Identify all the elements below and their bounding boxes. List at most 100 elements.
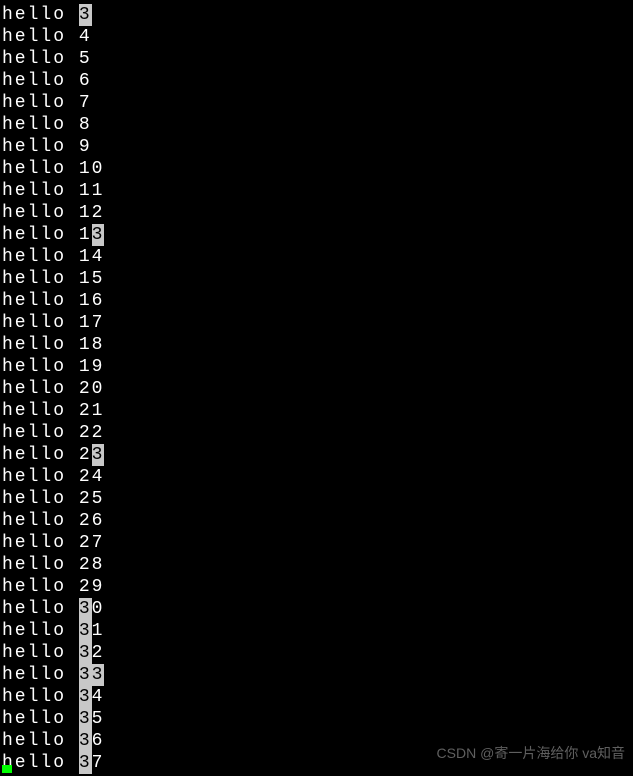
terminal-line: hello 3 (2, 4, 633, 26)
line-number-pre: 28 (79, 554, 105, 576)
search-highlight: 3 (79, 620, 92, 642)
search-highlight: 3 (92, 444, 105, 466)
line-number-pre: 29 (79, 576, 105, 598)
search-highlight: 3 (79, 4, 92, 26)
line-prefix: hello (2, 422, 79, 444)
terminal-line: hello 18 (2, 334, 633, 356)
terminal-line: hello 11 (2, 180, 633, 202)
line-number-pre: 14 (79, 246, 105, 268)
line-prefix: hello (2, 400, 79, 422)
terminal-line: hello 9 (2, 136, 633, 158)
line-prefix: hello (2, 312, 79, 334)
line-prefix: hello (2, 730, 79, 752)
terminal-line: hello 33 (2, 664, 633, 686)
line-prefix: hello (2, 466, 79, 488)
line-number-post: 2 (92, 642, 105, 664)
line-number-pre: 21 (79, 400, 105, 422)
line-number-post: 1 (92, 620, 105, 642)
search-highlight: 3 (79, 752, 92, 774)
line-number-pre: 10 (79, 158, 105, 180)
line-number-pre: 25 (79, 488, 105, 510)
line-number-pre: 7 (79, 92, 92, 114)
terminal-line: hello 21 (2, 400, 633, 422)
line-prefix: hello (2, 444, 79, 466)
search-highlight: 3 (79, 642, 92, 664)
line-prefix: hello (2, 532, 79, 554)
terminal-line: hello 34 (2, 686, 633, 708)
line-number-pre: 16 (79, 290, 105, 312)
line-number-post: 0 (92, 598, 105, 620)
terminal-line: hello 13 (2, 224, 633, 246)
terminal-line: hello 4 (2, 26, 633, 48)
terminal-line: hello 28 (2, 554, 633, 576)
terminal-line: hello 8 (2, 114, 633, 136)
line-prefix: hello (2, 114, 79, 136)
search-highlight: 3 (79, 730, 92, 752)
line-prefix: hello (2, 158, 79, 180)
line-prefix: hello (2, 224, 79, 246)
line-prefix: hello (2, 708, 79, 730)
line-prefix: hello (2, 620, 79, 642)
search-highlight: 3 (92, 224, 105, 246)
line-prefix: hello (2, 356, 79, 378)
line-prefix: hello (2, 510, 79, 532)
terminal-line: hello 20 (2, 378, 633, 400)
line-number-pre: 5 (79, 48, 92, 70)
line-prefix: hello (2, 378, 79, 400)
terminal-line: hello 19 (2, 356, 633, 378)
terminal-line: hello 35 (2, 708, 633, 730)
terminal-output: hello 3hello 4hello 5hello 6hello 7hello… (0, 0, 633, 774)
terminal-line: hello 27 (2, 532, 633, 554)
line-prefix: hello (2, 554, 79, 576)
terminal-line: hello 29 (2, 576, 633, 598)
line-number-pre: 6 (79, 70, 92, 92)
line-prefix: hello (2, 488, 79, 510)
line-number-post: 4 (92, 686, 105, 708)
terminal-line: hello 31 (2, 620, 633, 642)
line-prefix: hello (2, 752, 79, 774)
line-prefix: hello (2, 576, 79, 598)
terminal-line: hello 16 (2, 290, 633, 312)
terminal-line: hello 5 (2, 48, 633, 70)
search-highlight: 3 (79, 686, 92, 708)
terminal-line: hello 6 (2, 70, 633, 92)
line-prefix: hello (2, 26, 79, 48)
line-number-pre: 4 (79, 26, 92, 48)
line-prefix: hello (2, 4, 79, 26)
line-prefix: hello (2, 92, 79, 114)
line-prefix: hello (2, 598, 79, 620)
line-prefix: hello (2, 202, 79, 224)
terminal-line: hello 32 (2, 642, 633, 664)
terminal-line: hello 26 (2, 510, 633, 532)
line-number-pre: 8 (79, 114, 92, 136)
line-number-pre: 19 (79, 356, 105, 378)
line-prefix: hello (2, 686, 79, 708)
line-number-pre: 11 (79, 180, 105, 202)
terminal-line: hello 14 (2, 246, 633, 268)
line-number-pre: 24 (79, 466, 105, 488)
line-number-pre: 17 (79, 312, 105, 334)
line-number-pre: 2 (79, 444, 92, 466)
terminal-line: hello 12 (2, 202, 633, 224)
line-number-post: 7 (92, 752, 105, 774)
terminal-line: hello 24 (2, 466, 633, 488)
line-number-pre: 20 (79, 378, 105, 400)
line-number-pre: 1 (79, 224, 92, 246)
search-highlight: 3 (79, 598, 92, 620)
line-number-post: 5 (92, 708, 105, 730)
terminal-line: hello 25 (2, 488, 633, 510)
terminal-line: hello 22 (2, 422, 633, 444)
line-number-pre: 27 (79, 532, 105, 554)
terminal-cursor (2, 765, 12, 773)
terminal-line: hello 17 (2, 312, 633, 334)
line-number-pre: 9 (79, 136, 92, 158)
line-prefix: hello (2, 180, 79, 202)
line-number-pre: 15 (79, 268, 105, 290)
search-highlight: 33 (79, 664, 105, 686)
line-number-post: 6 (92, 730, 105, 752)
search-highlight: 3 (79, 708, 92, 730)
line-number-pre: 22 (79, 422, 105, 444)
line-number-pre: 26 (79, 510, 105, 532)
line-prefix: hello (2, 48, 79, 70)
line-prefix: hello (2, 268, 79, 290)
